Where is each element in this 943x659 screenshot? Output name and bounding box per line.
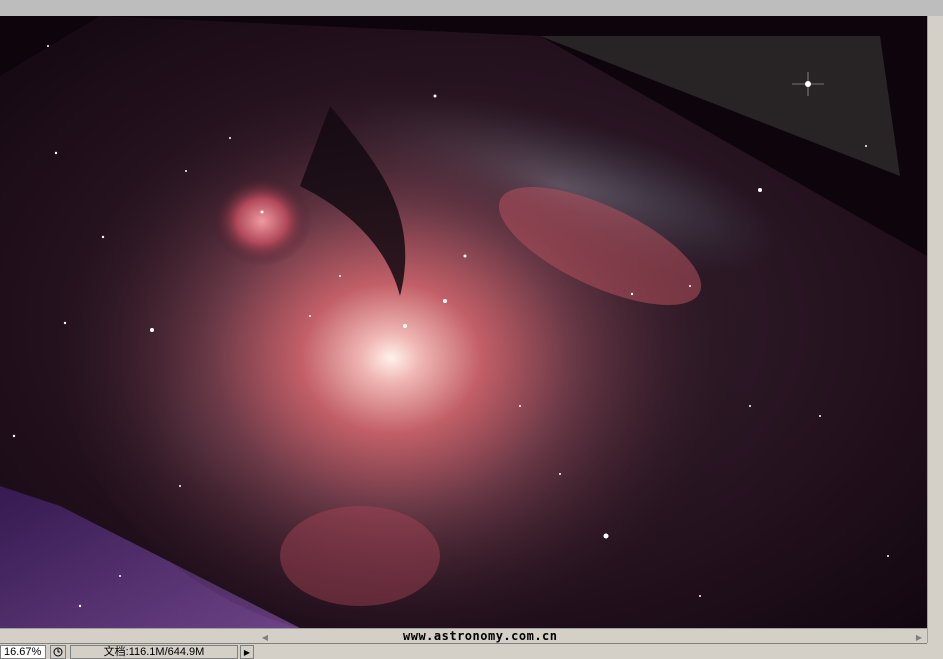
horizontal-scrollbar[interactable]: ◀ www.astronomy.com.cn ▶ bbox=[0, 628, 927, 643]
status-bar: 16.67% 文档:116.1M/644.9M ▶ bbox=[0, 643, 943, 659]
nebula-image bbox=[0, 16, 927, 628]
document-size-info: 文档:116.1M/644.9M bbox=[70, 645, 238, 659]
zoom-level-field[interactable]: 16.67% bbox=[0, 645, 46, 659]
resize-corner[interactable] bbox=[927, 643, 943, 659]
triangle-right-icon[interactable]: ▶ bbox=[912, 630, 926, 644]
status-menu-button[interactable] bbox=[50, 645, 66, 659]
triangle-right-icon[interactable]: ▶ bbox=[240, 645, 254, 659]
image-canvas[interactable] bbox=[0, 16, 927, 628]
clock-icon bbox=[53, 647, 63, 657]
watermark-text: www.astronomy.com.cn bbox=[403, 629, 558, 643]
image-window: ◀ www.astronomy.com.cn ▶ 16.67% 文档:116.1… bbox=[0, 0, 943, 659]
triangle-left-icon[interactable]: ◀ bbox=[258, 630, 272, 644]
vertical-scrollbar[interactable] bbox=[927, 16, 943, 643]
window-top-strip bbox=[0, 0, 943, 16]
